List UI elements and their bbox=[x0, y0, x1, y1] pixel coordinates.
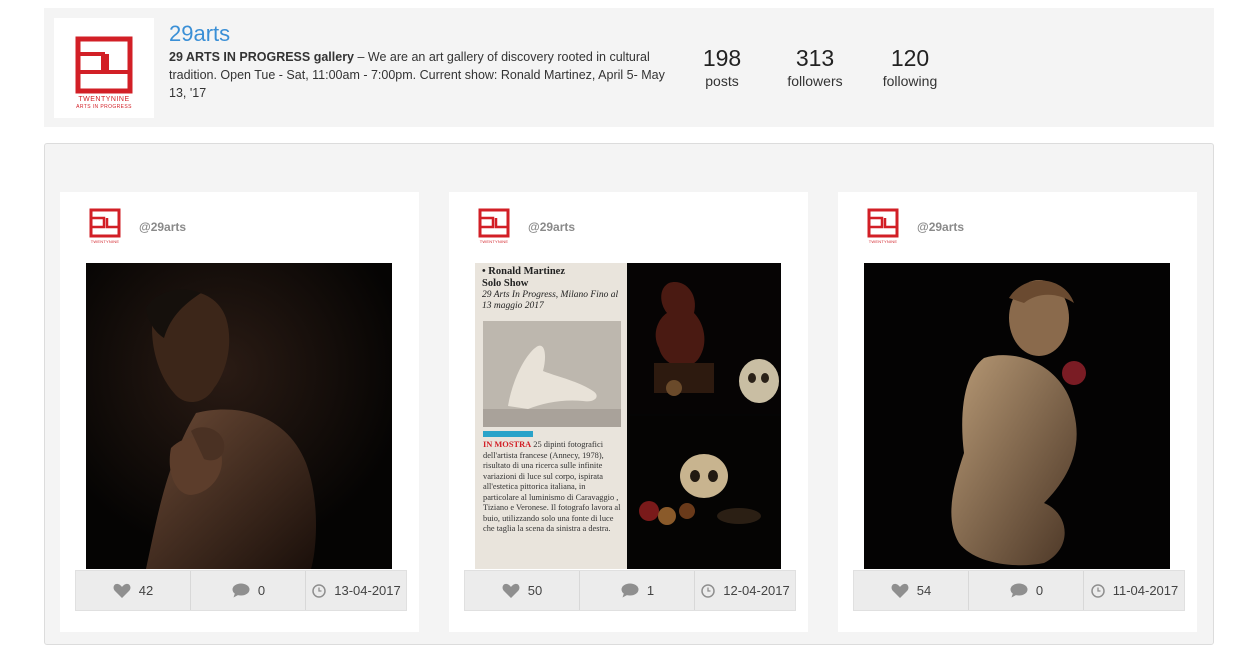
post-footer: 50 1 12-04-2017 bbox=[464, 570, 796, 611]
speech-bubble-icon bbox=[1010, 583, 1028, 598]
clipping-subtitle: 29 Arts In Progress, Milano Fino al 13 m… bbox=[482, 290, 619, 311]
profile-header: TWENTYNINE ARTS IN PROGRESS 29arts 29 AR… bbox=[44, 8, 1214, 127]
stat-following[interactable]: 120 following bbox=[874, 44, 946, 90]
figure-image bbox=[483, 321, 621, 427]
clipping-photo bbox=[483, 321, 621, 427]
logo-mark-icon bbox=[75, 36, 133, 94]
post-date: 13-04-2017 bbox=[305, 571, 407, 610]
logo-caption: TWENTYNINE bbox=[78, 96, 130, 103]
post-date-text: 11-04-2017 bbox=[1112, 583, 1179, 598]
post-username[interactable]: @29arts bbox=[528, 220, 575, 234]
clock-icon bbox=[1090, 583, 1105, 598]
newspaper-clipping: • Ronald Martinez Solo Show 29 Arts In Pr… bbox=[475, 263, 627, 569]
stat-posts-value: 198 bbox=[702, 45, 742, 71]
like-count: 42 bbox=[138, 583, 154, 598]
post-username[interactable]: @29arts bbox=[139, 220, 186, 234]
clipping-label-bar bbox=[483, 431, 533, 437]
portrait-woman-image bbox=[864, 263, 1170, 569]
stat-followers-label: followers bbox=[787, 73, 843, 89]
like-count: 50 bbox=[527, 583, 543, 598]
stat-following-value: 120 bbox=[890, 45, 930, 71]
heart-icon bbox=[113, 583, 131, 598]
avatar[interactable] bbox=[864, 208, 902, 242]
avatar-caption: TWENTYNINE bbox=[90, 239, 120, 244]
post-footer: 54 0 11-04-2017 bbox=[853, 570, 1185, 611]
speech-bubble-icon bbox=[621, 583, 639, 598]
post-date-text: 12-04-2017 bbox=[723, 583, 790, 598]
comment-button[interactable]: 1 bbox=[579, 571, 695, 610]
avatar-caption: TWENTYNINE bbox=[868, 239, 898, 244]
bio-name: 29 ARTS IN PROGRESS gallery bbox=[169, 50, 355, 64]
comment-count: 0 bbox=[1035, 583, 1044, 598]
stat-following-label: following bbox=[882, 73, 938, 89]
comment-count: 1 bbox=[646, 583, 655, 598]
post-photo[interactable]: • Ronald Martinez Solo Show 29 Arts In Pr… bbox=[475, 263, 781, 569]
speech-bubble-icon bbox=[232, 583, 250, 598]
post-username[interactable]: @29arts bbox=[917, 220, 964, 234]
post-card: TWENTYNINE @29arts • Ronald Martinez Solo… bbox=[449, 192, 808, 632]
avatar-caption: TWENTYNINE bbox=[479, 239, 509, 244]
avatar[interactable] bbox=[475, 208, 513, 242]
stat-followers-value: 313 bbox=[795, 45, 835, 71]
comment-button[interactable]: 0 bbox=[968, 571, 1084, 610]
clipping-title: • Ronald Martinez Solo Show bbox=[482, 266, 565, 290]
skull-still-life-image bbox=[629, 416, 781, 569]
gallery-logo[interactable]: TWENTYNINE ARTS IN PROGRESS bbox=[54, 18, 154, 118]
violin-still-life-image bbox=[629, 263, 781, 414]
like-count: 54 bbox=[916, 583, 932, 598]
heart-icon bbox=[502, 583, 520, 598]
post-card: TWENTYNINE @29arts 54 0 11-04-2017 bbox=[838, 192, 1197, 632]
comment-count: 0 bbox=[257, 583, 266, 598]
profile-bio: 29 ARTS IN PROGRESS gallery – We are an … bbox=[169, 48, 674, 102]
post-photo[interactable] bbox=[864, 263, 1170, 569]
clipping-label: IN MOSTRA bbox=[483, 440, 532, 449]
clipping-body-text: 25 dipinti fotografici dell'artista fran… bbox=[483, 440, 621, 533]
heart-icon bbox=[891, 583, 909, 598]
clipping-body: IN MOSTRA 25 dipinti fotografici dell'ar… bbox=[483, 440, 623, 535]
stat-followers[interactable]: 313 followers bbox=[778, 44, 852, 90]
like-button[interactable]: 50 bbox=[465, 571, 579, 610]
comment-button[interactable]: 0 bbox=[190, 571, 306, 610]
like-button[interactable]: 42 bbox=[76, 571, 190, 610]
clipping-title-line1: • Ronald Martinez bbox=[482, 266, 566, 277]
post-photo[interactable] bbox=[86, 263, 392, 569]
clock-icon bbox=[701, 583, 715, 598]
clipping-title-line2: Solo Show bbox=[482, 278, 529, 289]
logo-subcaption: ARTS IN PROGRESS bbox=[76, 104, 132, 110]
post-date: 12-04-2017 bbox=[694, 571, 796, 610]
post-date: 11-04-2017 bbox=[1083, 571, 1185, 610]
portrait-man-image bbox=[86, 263, 392, 569]
clock-icon bbox=[312, 583, 326, 598]
post-footer: 42 0 13-04-2017 bbox=[75, 570, 407, 611]
profile-handle[interactable]: 29arts bbox=[169, 21, 230, 47]
post-date-text: 13-04-2017 bbox=[334, 583, 401, 598]
stat-posts[interactable]: 198 posts bbox=[692, 44, 752, 90]
like-button[interactable]: 54 bbox=[854, 571, 968, 610]
post-card: TWENTYNINE @29arts 42 0 13-04-2017 bbox=[60, 192, 419, 632]
avatar[interactable] bbox=[86, 208, 124, 242]
post-feed: TWENTYNINE @29arts 42 0 13-04-2017 TWENT… bbox=[44, 143, 1214, 645]
stat-posts-label: posts bbox=[705, 73, 739, 89]
